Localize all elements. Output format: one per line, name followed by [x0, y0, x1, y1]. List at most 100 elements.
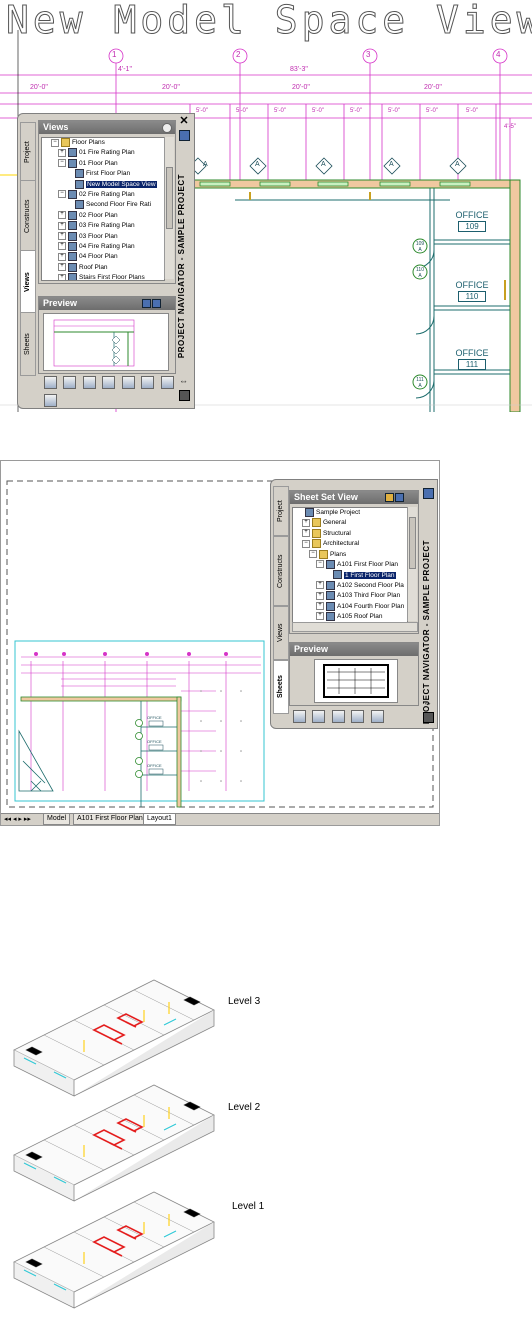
expand-icon[interactable]: + [316, 592, 324, 600]
tree-item[interactable]: +01 Fire Rating Plan [42, 148, 164, 158]
expand-icon[interactable]: + [58, 274, 66, 281]
tree-item[interactable]: New Model Space View [42, 180, 164, 190]
properties-icon[interactable] [179, 130, 190, 141]
tab-constructs[interactable]: Constructs [273, 536, 289, 606]
repath-icon[interactable] [332, 710, 345, 723]
expand-icon[interactable]: + [316, 612, 324, 620]
tree-item[interactable]: −Architectural [293, 539, 407, 549]
expand-icon[interactable]: + [302, 529, 310, 537]
scrollbar-thumb[interactable] [409, 517, 416, 569]
expand-icon[interactable]: + [316, 602, 324, 610]
palette-title-bar[interactable]: PROJECT NAVIGATOR - SAMPLE PROJECT [177, 174, 191, 374]
refresh-icon[interactable] [351, 710, 364, 723]
tree-item[interactable]: +03 Floor Plan [42, 232, 164, 242]
tree-item-label: Floor Plans [72, 139, 105, 146]
expand-icon[interactable]: + [58, 232, 66, 240]
expand-icon[interactable]: + [302, 519, 310, 527]
expand-icon[interactable]: + [58, 222, 66, 230]
tree-item[interactable]: 1 First Floor Plan [293, 570, 407, 580]
menu-icon[interactable] [423, 712, 434, 723]
sheet-set-tool-icon[interactable] [395, 493, 404, 502]
expand-icon[interactable]: + [58, 211, 66, 219]
tree-item-label: A105 Roof Plan [337, 613, 383, 620]
tree-item[interactable]: +02 Floor Plan [42, 211, 164, 221]
tree-item[interactable]: + A105 Roof Plan [293, 612, 407, 622]
sync-icon[interactable] [161, 376, 174, 389]
tree-item[interactable]: +Stairs First Floor Plans [42, 273, 164, 281]
tree-item[interactable]: +04 Floor Plan [42, 252, 164, 262]
repath-icon[interactable] [102, 376, 115, 389]
tab-views[interactable]: Views [20, 250, 36, 314]
collapse-icon[interactable]: − [302, 540, 310, 548]
views-tree[interactable]: − Floor Plans +01 Fire Rating Plan−01 Floo… [41, 137, 165, 281]
sync-icon[interactable] [371, 710, 384, 723]
room-tag-office-109: OFFICE 109 [450, 210, 494, 232]
preview-mode-icon[interactable] [142, 299, 151, 308]
tab-project[interactable]: Project [273, 486, 289, 536]
expand-icon[interactable]: + [58, 253, 66, 261]
collapse-icon[interactable]: − [51, 139, 59, 147]
tab-a101-first-floor-plan[interactable]: A101 First Floor Plan [73, 814, 147, 825]
regenerate-icon[interactable] [83, 376, 96, 389]
expand-icon[interactable]: + [316, 581, 324, 589]
tree-item-label: Roof Plan [79, 264, 108, 271]
sheet-set-tool-icon[interactable] [385, 493, 394, 502]
edit-view-icon[interactable] [63, 376, 76, 389]
tree-item[interactable]: First Floor Plan [42, 169, 164, 179]
sheet-set-tree[interactable]: Sample Project +General+Structural−Archit… [292, 507, 408, 623]
tab-model[interactable]: Model [43, 814, 70, 825]
tree-item[interactable]: +Structural [293, 529, 407, 539]
scrollbar-thumb[interactable] [166, 167, 173, 229]
tab-scroll-arrows-icon[interactable]: ◂◂ ◂ ▸ ▸▸ [4, 815, 31, 823]
expand-icon[interactable]: + [58, 149, 66, 157]
horizontal-scrollbar[interactable] [292, 622, 418, 632]
tree-item[interactable]: −A101 First Floor Plan [293, 560, 407, 570]
tree-item-label: First Floor Plan [86, 170, 130, 177]
tree-item[interactable]: Second Floor Fire Rati [42, 200, 164, 210]
menu-icon[interactable] [179, 390, 190, 401]
tree-item[interactable]: +A103 Third Floor Plan [293, 591, 407, 601]
dimension-label: 5'-0" [426, 108, 438, 114]
tree-item[interactable]: +A102 Second Floor Pla [293, 581, 407, 591]
tree-item[interactable]: + Roof Plan [42, 263, 164, 273]
autohide-icon[interactable]: ⇔ [179, 376, 188, 386]
collapse-icon[interactable]: − [316, 560, 324, 568]
views-scrollbar[interactable] [164, 137, 174, 279]
tree-item[interactable]: − Floor Plans [42, 138, 164, 148]
new-sheet-icon[interactable] [293, 710, 306, 723]
project-navigator-palette[interactable]: Project Constructs Views Sheets Sheet Se… [270, 479, 438, 729]
project-navigator-palette[interactable]: Project Constructs Views Sheets Views −F… [17, 113, 195, 409]
properties-icon[interactable] [423, 488, 434, 499]
refresh-icon[interactable] [141, 376, 154, 389]
close-icon[interactable]: ✕ [178, 116, 190, 128]
tab-layout1[interactable]: Layout1 [143, 814, 176, 825]
preview-mode-icon[interactable] [152, 299, 161, 308]
close-projects-icon[interactable] [122, 376, 135, 389]
collapse-icon[interactable] [162, 123, 172, 133]
autohide-icon[interactable]: ⇔ [423, 698, 432, 708]
tree-item[interactable]: Sample Project [293, 508, 407, 518]
tree-item[interactable]: +03 Fire Rating Plan [42, 221, 164, 231]
tab-constructs[interactable]: Constructs [20, 180, 36, 252]
expand-icon[interactable]: + [58, 263, 66, 271]
tab-views[interactable]: Views [273, 606, 289, 660]
tree-item[interactable]: +04 Fire Rating Plan [42, 242, 164, 252]
tree-item[interactable]: +A104 Fourth Floor Plan [293, 602, 407, 612]
tree-item[interactable]: −02 Fire Rating Plan [42, 190, 164, 200]
tree-item[interactable]: −01 Floor Plan [42, 159, 164, 169]
sheet-set-scrollbar[interactable] [407, 507, 417, 621]
tab-project[interactable]: Project [20, 122, 36, 182]
collapse-icon[interactable]: − [58, 159, 66, 167]
tab-sheets[interactable]: Sheets [20, 312, 36, 376]
collapse-icon[interactable]: − [309, 550, 317, 558]
tab-sheets[interactable]: Sheets [273, 660, 289, 714]
help-icon[interactable] [44, 394, 57, 407]
edit-sheet-icon[interactable] [312, 710, 325, 723]
collapse-icon[interactable]: − [58, 190, 66, 198]
palette-title-bar[interactable]: PROJECT NAVIGATOR - SAMPLE PROJECT [422, 540, 436, 710]
expand-icon[interactable]: + [58, 242, 66, 250]
tree-item[interactable]: +General [293, 518, 407, 528]
add-view-icon[interactable] [44, 376, 57, 389]
tree-item-label: Sample Project [316, 509, 360, 516]
tree-item[interactable]: −Plans [293, 550, 407, 560]
